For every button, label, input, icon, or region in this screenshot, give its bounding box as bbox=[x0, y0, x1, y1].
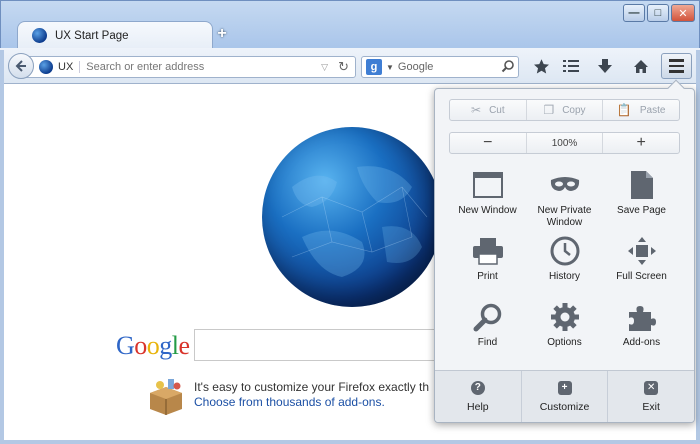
menu-item-label: New Private Window bbox=[537, 205, 592, 228]
help-question-icon: ? bbox=[470, 380, 485, 395]
search-engine-icon[interactable]: g bbox=[366, 59, 382, 75]
url-dropdown-icon[interactable]: ▽ bbox=[321, 62, 328, 73]
clipboard-icon: 📋 bbox=[616, 103, 632, 117]
menu-item-grid: New Window New Private Window Save Page … bbox=[449, 165, 680, 363]
paste-button[interactable]: 📋 Paste bbox=[603, 100, 679, 120]
downloads-arrow-icon[interactable] bbox=[594, 56, 616, 76]
back-button[interactable] bbox=[8, 53, 34, 79]
address-bar[interactable]: UX ▽ ↻ bbox=[22, 56, 356, 78]
google-search-input[interactable] bbox=[194, 329, 454, 361]
zoom-reset-button[interactable]: 100% bbox=[527, 133, 604, 153]
search-go-icon[interactable] bbox=[501, 59, 515, 76]
menu-item-label: Print bbox=[477, 271, 498, 282]
cut-button[interactable]: ✂ Cut bbox=[450, 100, 527, 120]
save-page-button[interactable]: Save Page bbox=[603, 165, 680, 231]
site-label: UX bbox=[58, 61, 81, 73]
menu-item-label: History bbox=[548, 271, 581, 282]
google-letter: g bbox=[159, 331, 172, 360]
magnifier-icon bbox=[472, 301, 504, 333]
menu-item-label: Save Page bbox=[617, 205, 666, 216]
menu-line-icon bbox=[669, 70, 684, 73]
zoom-controls: − 100% + bbox=[449, 132, 680, 154]
menu-item-label: Find bbox=[477, 337, 498, 348]
cut-label: Cut bbox=[489, 104, 505, 116]
close-window-button[interactable]: ✕ bbox=[671, 4, 695, 22]
panel-footer: ? Help + Customize ✕ Exit bbox=[435, 370, 694, 422]
menu-item-label: New Window bbox=[458, 205, 517, 216]
search-input[interactable] bbox=[397, 61, 498, 73]
exit-label: Exit bbox=[642, 400, 660, 413]
new-window-icon bbox=[472, 169, 504, 201]
private-mask-icon bbox=[549, 169, 581, 201]
exit-button[interactable]: ✕ Exit bbox=[608, 371, 694, 422]
window-border-bottom bbox=[0, 440, 700, 444]
search-bar[interactable]: g ▼ bbox=[361, 56, 519, 78]
minimize-button[interactable]: — bbox=[623, 4, 645, 22]
menu-item-label: Full Screen bbox=[616, 271, 667, 282]
copy-label: Copy bbox=[562, 104, 586, 116]
customize-promo-text: It's easy to customize your Firefox exac… bbox=[194, 380, 430, 394]
site-identity-icon[interactable] bbox=[39, 60, 53, 74]
scissors-icon: ✂ bbox=[471, 103, 482, 117]
url-input[interactable] bbox=[86, 61, 322, 73]
zoom-out-button[interactable]: − bbox=[450, 133, 527, 153]
options-button[interactable]: Options bbox=[526, 297, 603, 363]
new-tab-button[interactable]: + bbox=[213, 25, 231, 43]
find-button[interactable]: Find bbox=[449, 297, 526, 363]
addons-button[interactable]: Add-ons bbox=[603, 297, 680, 363]
new-window-button[interactable]: New Window bbox=[449, 165, 526, 231]
google-logo: Google bbox=[116, 331, 190, 361]
addons-box-icon bbox=[146, 377, 186, 417]
gear-icon bbox=[549, 301, 581, 333]
window-border-right bbox=[696, 50, 700, 444]
hamburger-menu-button[interactable] bbox=[661, 53, 692, 79]
back-arrow-icon bbox=[15, 60, 26, 72]
google-letter: o bbox=[146, 331, 160, 360]
home-icon[interactable] bbox=[630, 56, 652, 76]
maximize-button[interactable]: □ bbox=[647, 4, 669, 22]
paste-label: Paste bbox=[639, 104, 666, 116]
full-screen-icon bbox=[626, 235, 658, 267]
history-clock-icon bbox=[549, 235, 581, 267]
google-letter: l bbox=[171, 331, 179, 360]
app-menu-panel: ✂ Cut ❐ Copy 📋 Paste − 100% + New Window… bbox=[434, 88, 695, 423]
exit-x-icon: ✕ bbox=[644, 380, 659, 395]
printer-icon bbox=[472, 235, 504, 267]
navigation-toolbar: UX ▽ ↻ g ▼ bbox=[0, 48, 700, 84]
menu-line-icon bbox=[669, 64, 684, 68]
copy-icon: ❐ bbox=[543, 103, 555, 117]
help-label: Help bbox=[467, 400, 489, 413]
menu-line-icon bbox=[669, 59, 684, 62]
google-letter: e bbox=[178, 331, 191, 360]
customize-plus-icon: + bbox=[557, 380, 572, 395]
addons-link[interactable]: Choose from thousands of add-ons. bbox=[194, 395, 385, 409]
customize-button[interactable]: + Customize bbox=[522, 371, 609, 422]
menu-item-label: Options bbox=[547, 337, 582, 348]
edit-controls: ✂ Cut ❐ Copy 📋 Paste bbox=[449, 99, 680, 121]
zoom-in-button[interactable]: + bbox=[603, 133, 679, 153]
bookmarks-menu-icon[interactable] bbox=[560, 56, 582, 76]
customize-label: Customize bbox=[539, 400, 590, 413]
tab-title: UX Start Page bbox=[55, 29, 129, 42]
tab-ux-start-page[interactable]: UX Start Page bbox=[17, 21, 213, 49]
menu-item-label: Add-ons bbox=[622, 337, 661, 348]
window-controls: — □ ✕ bbox=[623, 4, 695, 22]
new-private-window-button[interactable]: New Private Window bbox=[526, 165, 603, 231]
history-button[interactable]: History bbox=[526, 231, 603, 297]
engine-dropdown-icon[interactable]: ▼ bbox=[386, 63, 394, 72]
copy-button[interactable]: ❐ Copy bbox=[527, 100, 604, 120]
bookmark-star-icon[interactable] bbox=[530, 56, 552, 76]
help-button[interactable]: ? Help bbox=[435, 371, 522, 422]
firefox-globe-logo bbox=[262, 127, 442, 307]
full-screen-button[interactable]: Full Screen bbox=[603, 231, 680, 297]
firefox-globe-icon bbox=[32, 28, 47, 43]
google-letter: G bbox=[116, 331, 135, 360]
reload-icon[interactable]: ↻ bbox=[338, 59, 349, 75]
title-bar: — □ ✕ UX Start Page + bbox=[0, 0, 700, 50]
google-letter: o bbox=[134, 331, 147, 360]
puzzle-icon bbox=[626, 301, 658, 333]
save-page-icon bbox=[626, 169, 658, 201]
print-button[interactable]: Print bbox=[449, 231, 526, 297]
